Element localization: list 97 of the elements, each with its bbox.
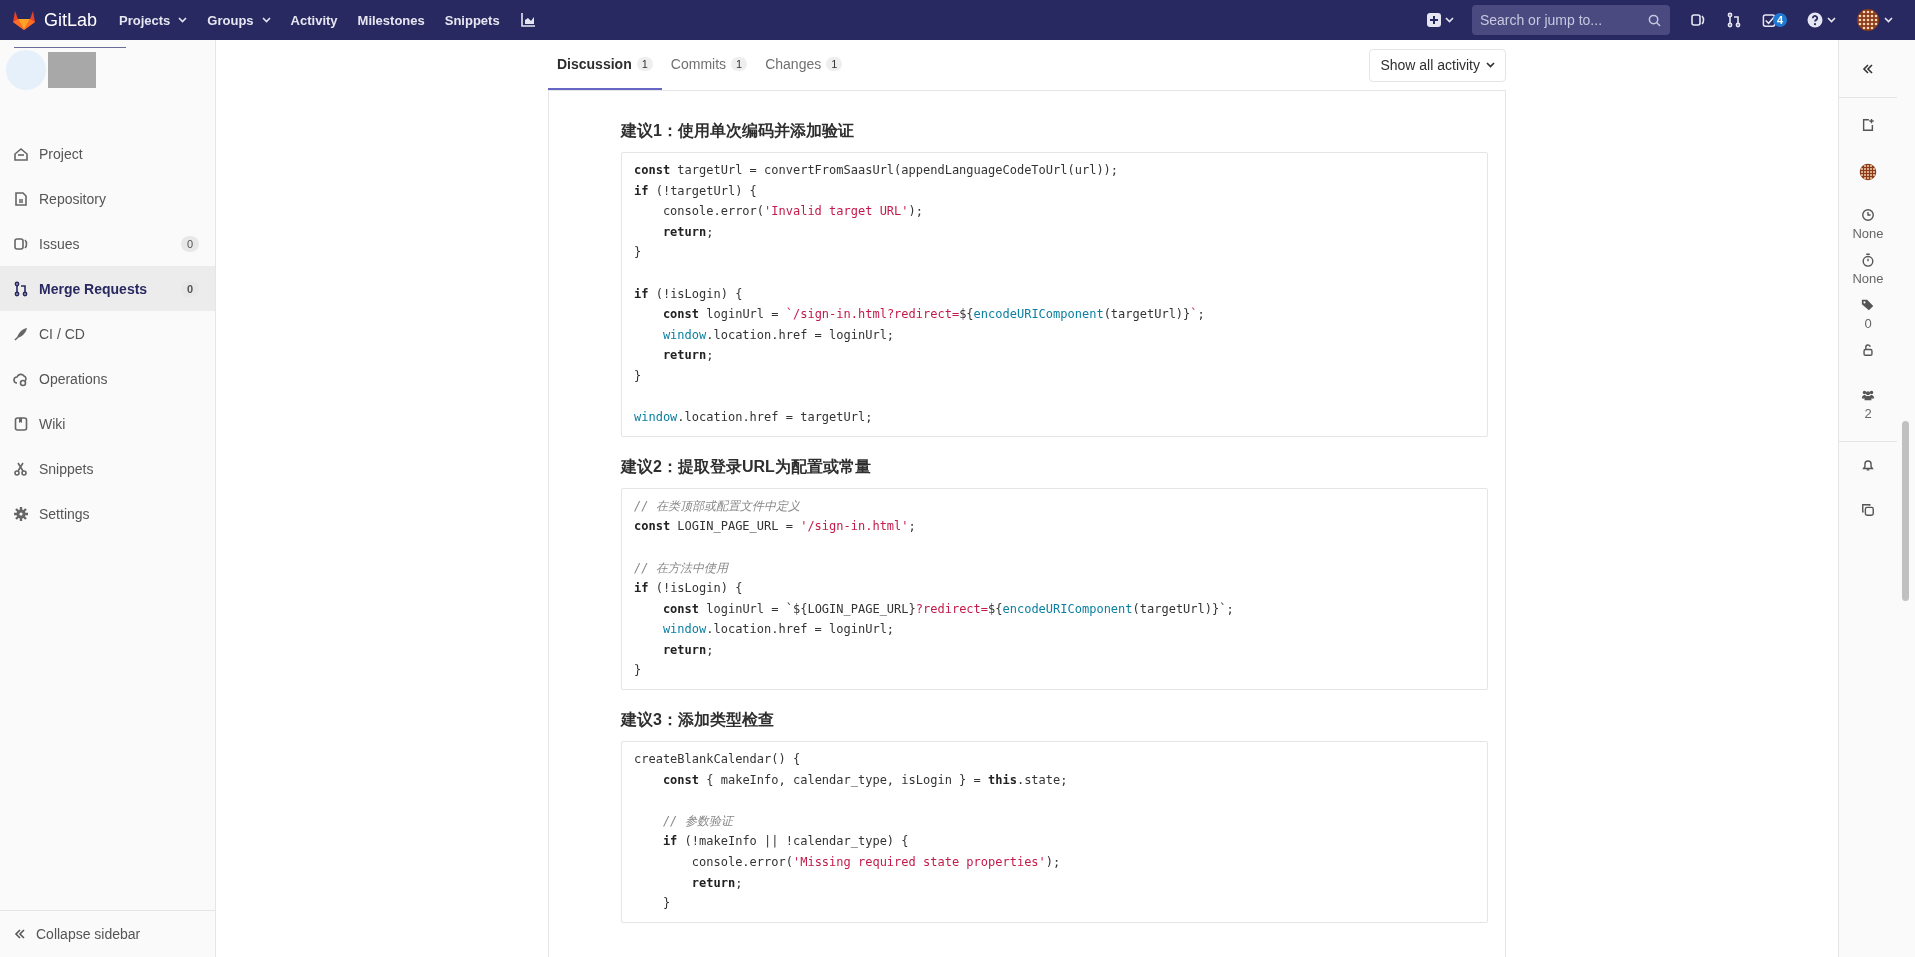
code-line: console.error('Invalid target URL'); (661, 203, 923, 221)
count-badge: 1 (731, 57, 748, 71)
code-line: if (!targetUrl) { (634, 182, 757, 200)
caret-icon (1444, 17, 1454, 23)
sidebar-item[interactable]: Project (0, 131, 215, 176)
code-line: } (634, 244, 642, 262)
code-line: // 在类顶部或配置文件中定义 (634, 497, 800, 515)
count-badge: 0 (180, 280, 199, 297)
sidebar-value: 0 (1864, 316, 1872, 331)
code-line: } (634, 367, 642, 385)
redacted-block (48, 52, 96, 88)
tag-icon[interactable] (1861, 298, 1875, 312)
code-line: } (661, 895, 671, 913)
issues-icon (1689, 12, 1706, 28)
fox-logo-icon (12, 9, 36, 31)
nav-link[interactable]: Groups (207, 12, 271, 28)
count-badge: 1 (636, 57, 653, 71)
settings-icon (13, 505, 29, 522)
add-todo-icon[interactable] (1861, 118, 1875, 132)
todo-count-badge: 4 (1772, 13, 1787, 27)
code-line: if (!isLogin) { (634, 580, 743, 598)
code-line: const targetUrl = convertFromSaasUrl(appendLanguageCodeToUrl(url)); (634, 162, 1119, 179)
chart-icon (519, 12, 536, 28)
sidebar-item[interactable]: CI / CD (0, 311, 215, 356)
code-line: return; (661, 347, 714, 365)
checkbox-icon (1761, 12, 1777, 28)
stopwatch-icon[interactable] (1861, 253, 1875, 267)
lock-icon[interactable] (1861, 343, 1875, 357)
nav-link[interactable]: Projects (119, 12, 188, 28)
code-line: window.location.href = targetUrl; (634, 409, 873, 427)
code-line: // 参数验证 (661, 812, 733, 830)
activity-filter-dropdown[interactable]: Show all activity (1369, 48, 1506, 82)
bell-icon[interactable] (1861, 458, 1875, 472)
merge-request-icon (13, 280, 29, 297)
code-line: const loginUrl = `/sign-in.html?redirect=${encodeURIComponent(targetUrl)}`; (661, 306, 1205, 324)
double-chevron-icon (14, 928, 26, 940)
tab[interactable]: Changes 1 (756, 40, 852, 90)
section-heading: 建议1：使用单次编码并添加验证 (621, 121, 855, 141)
merge-request-icon (1725, 12, 1742, 28)
issues-icon (13, 235, 29, 252)
plus-icon (1426, 13, 1441, 27)
section-heading: 建议3：添加类型检查 (621, 710, 775, 731)
copy-icon[interactable] (1861, 503, 1875, 517)
code-line: return; (661, 641, 714, 659)
code-line: // 在方法中使用 (634, 559, 728, 577)
tab[interactable]: Discussion 1 (548, 40, 662, 90)
document-icon (13, 190, 29, 207)
scissors-icon (13, 460, 29, 477)
search-field[interactable]: Search or jump to... (1471, 5, 1670, 35)
sidebar-item[interactable]: Wiki (0, 401, 215, 446)
avatar-icon[interactable] (1859, 163, 1877, 181)
code-line: createBlankCalendar() { (634, 751, 801, 769)
sidebar-item[interactable]: Repository (0, 176, 215, 221)
code-line: if (!makeInfo || !calendar_type) { (661, 833, 909, 851)
book-icon (13, 415, 29, 432)
search-icon (1647, 14, 1661, 27)
sidebar-item[interactable]: Snippets (0, 446, 215, 491)
nav-link[interactable]: Activity (290, 12, 338, 28)
nav-link[interactable]: Snippets (444, 12, 500, 28)
code-line: const loginUrl = `${LOGIN_PAGE_URL}?redirect=${encodeURIComponent(targetUrl)}`; (661, 600, 1234, 618)
code-line: } (634, 662, 642, 680)
count-badge: 1 (826, 57, 843, 71)
count-badge: 0 (180, 235, 199, 252)
house-icon (13, 145, 29, 162)
code-line: return; (661, 223, 714, 241)
avatar-icon (1856, 8, 1880, 32)
caret-icon (1827, 17, 1836, 23)
todos-button[interactable]: 4 (1751, 6, 1797, 34)
clock-icon[interactable] (1861, 208, 1875, 222)
caret-icon (1884, 17, 1893, 23)
rocket-icon (13, 325, 29, 342)
section-heading: 建议2：提取登录URL为配置或常量 (621, 456, 872, 477)
double-chevron-icon (1862, 62, 1874, 75)
sidebar-value: None (1852, 271, 1884, 286)
sidebar-value: 2 (1864, 406, 1872, 421)
code-line: console.error('Missing required state properties'); (690, 854, 1061, 872)
code-line: const { makeInfo, calendar_type, isLogin } = this.state; (661, 771, 1068, 789)
caret-icon (178, 17, 188, 23)
nav-link[interactable]: Milestones (357, 12, 425, 28)
brand-name[interactable]: GitLab (44, 9, 98, 31)
sidebar-item[interactable]: Issues 0 (0, 221, 215, 266)
caret-icon (1486, 62, 1495, 68)
help-icon (1807, 12, 1823, 28)
code-line: window.location.href = loginUrl; (661, 621, 895, 639)
collapse-sidebar-button[interactable]: Collapse sidebar (0, 910, 215, 957)
sidebar-item[interactable]: Merge Requests 0 (0, 266, 215, 311)
people-icon[interactable] (1861, 388, 1875, 402)
code-line: return; (690, 874, 743, 892)
sidebar-item[interactable]: Settings (0, 491, 215, 536)
code-line: const LOGIN_PAGE_URL = '/sign-in.html'; (634, 518, 916, 536)
sidebar-item[interactable]: Operations (0, 356, 215, 401)
code-line: window.location.href = loginUrl; (661, 326, 895, 344)
caret-icon (261, 17, 271, 23)
code-line: if (!isLogin) { (634, 285, 743, 303)
tab[interactable]: Commits 1 (661, 40, 757, 90)
collapse-panel-button[interactable] (1862, 62, 1874, 75)
sidebar-value: None (1852, 226, 1884, 241)
